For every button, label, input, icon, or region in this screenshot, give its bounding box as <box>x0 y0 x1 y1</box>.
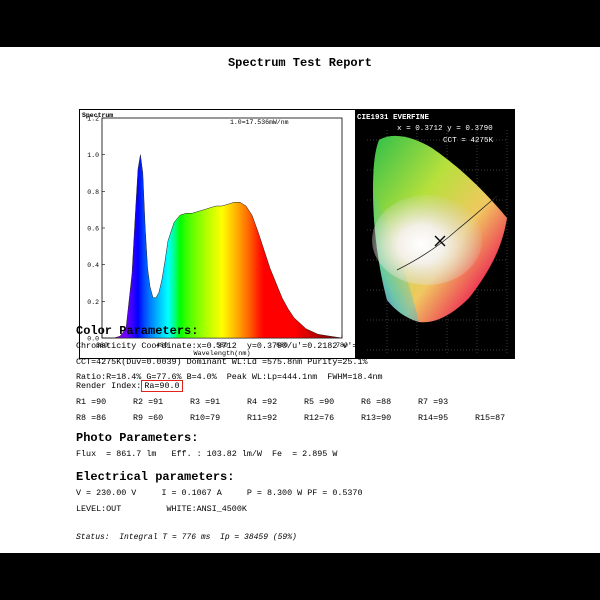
r-value-cell: R4 =92 <box>247 397 278 407</box>
report-page: Spectrum Test Report 1.2 1.0 0.8 0.6 0.4 0.2 0… <box>0 47 600 553</box>
r-value-cell: R1 =90 <box>76 397 107 407</box>
cie-diagram: CIE1931 EVERFINE x = 0.3712 y = 0.3790 C… <box>357 110 514 358</box>
report-title: Spectrum Test Report <box>227 56 373 70</box>
r-value-cell: R10=79 <box>190 413 221 423</box>
cie-xy-readout: x = 0.3712 y = 0.3790 <box>397 125 493 133</box>
cie-svg: CIE1931 EVERFINE x = 0.3712 y = 0.3790 C… <box>357 114 508 355</box>
electrical-line-2: LEVEL:OUT WHITE:ANSI_4500K <box>76 504 247 514</box>
y-tick-label: 0.4 <box>87 262 99 269</box>
spectrum-area <box>102 154 343 339</box>
photo-line: Flux = 861.7 lm Eff. : 103.82 lm/W Fe = … <box>76 449 338 459</box>
r-value-cell: R12=76 <box>304 413 335 423</box>
r-value-cell: R3 =91 <box>190 397 221 407</box>
r-value-cell: R6 =88 <box>361 397 392 407</box>
cie-white-region <box>372 195 482 285</box>
y-tick-label: 0.2 <box>87 299 99 306</box>
y-tick-label: 1.0 <box>87 152 99 159</box>
spectrum-peak-note: 1.0=17.536mW/nm <box>230 119 289 126</box>
r-value-cell: R2 =91 <box>133 397 164 407</box>
r-value-cell: R5 =90 <box>304 397 335 407</box>
spectrum-chart: 1.2 1.0 0.8 0.6 0.4 0.2 0.0 380 480 580 680 780 Spec… <box>80 110 357 358</box>
ra-value-badge: Ra=90.0 <box>141 380 183 392</box>
r-value-cell: R14=95 <box>418 413 449 423</box>
render-index-label: Render Index: <box>76 381 142 391</box>
status-line: Status: Integral T = 776 ms Ip = 38459 (… <box>76 533 297 542</box>
photo-heading: Photo Parameters: <box>76 431 199 445</box>
y-tick-label: 0.8 <box>87 189 99 196</box>
r-value-cell: R9 =60 <box>133 413 164 423</box>
r-value-cell: R13=90 <box>361 413 392 423</box>
chroma-line: Chromaticity Coordinate:x=0.3712 y=0.379… <box>76 341 388 351</box>
r-value-cell: R11=92 <box>247 413 278 423</box>
electrical-heading: Electrical parameters: <box>76 470 235 484</box>
r-value-cell: R15=87 <box>475 413 506 423</box>
y-tick-label: 0.6 <box>87 226 99 233</box>
electrical-line-1: V = 230.00 V I = 0.1067 A P = 8.300 W PF… <box>76 488 363 498</box>
render-index-line: Render Index: Ra=90.0 <box>76 380 183 392</box>
r-value-cell: R7 =93 <box>418 397 449 407</box>
figure-panel: 1.2 1.0 0.8 0.6 0.4 0.2 0.0 380 480 580 680 780 Spec… <box>79 109 515 359</box>
color-heading: Color Parameters: <box>76 324 199 338</box>
spectrum-y-label: Spectrum <box>82 112 113 119</box>
spectrum-svg: 1.21.00.80.60.40.20.0380 480 580 680 780Spec… <box>82 112 348 358</box>
cie-cct-readout: CCT = 4275K <box>443 137 494 145</box>
cct-line: CCT=4275K(Duv=0.0039) Dominant WL:Ld =57… <box>76 357 368 367</box>
r-value-cell: R8 =86 <box>76 413 107 423</box>
cie-title: CIE1931 EVERFINE <box>357 114 430 122</box>
